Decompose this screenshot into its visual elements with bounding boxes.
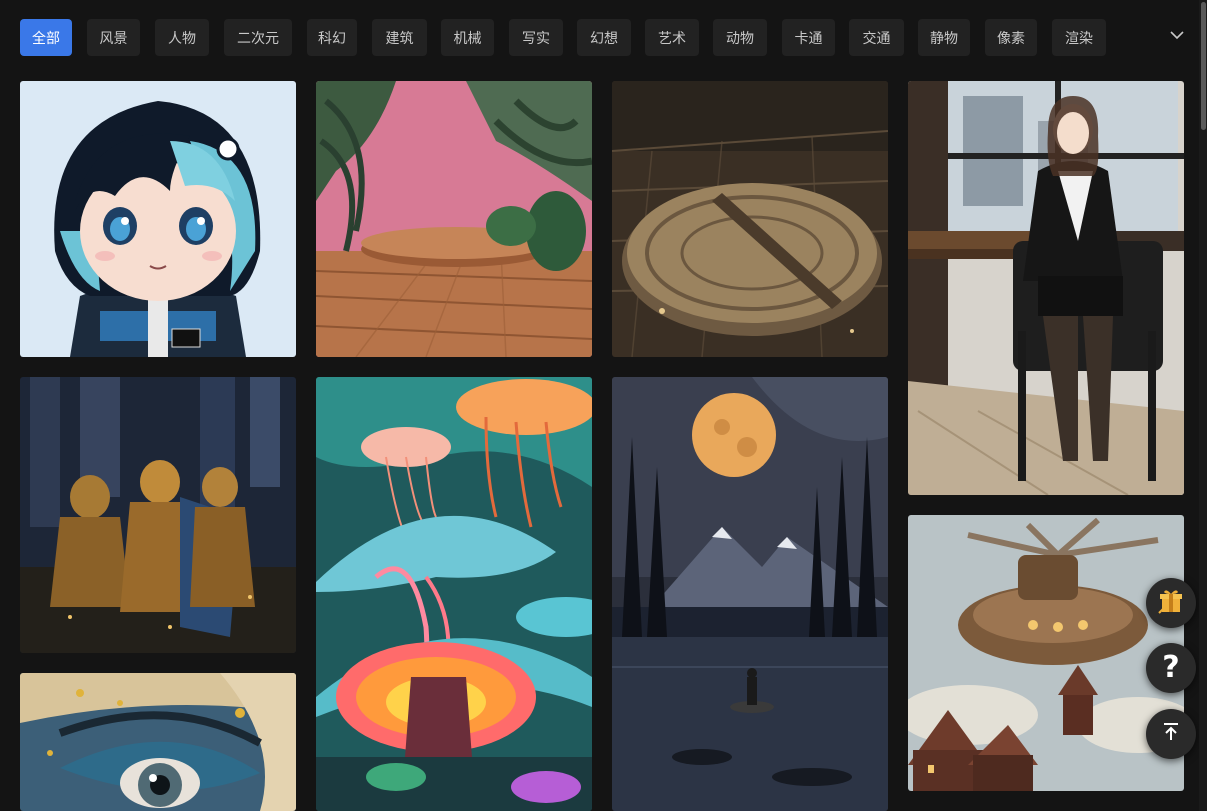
gallery-tile-office-woman[interactable]	[908, 81, 1184, 495]
category-still-life[interactable]: 静物	[918, 19, 970, 56]
image-thumbnail	[316, 81, 592, 357]
category-animals[interactable]: 动物	[713, 19, 767, 56]
gallery-tile-moon-lake-forest[interactable]	[612, 377, 888, 811]
image-thumbnail	[316, 377, 592, 811]
image-thumbnail	[20, 377, 296, 653]
scrollbar-thumb[interactable]	[1201, 2, 1206, 130]
help-icon: ?	[1162, 650, 1180, 685]
category-realistic[interactable]: 写实	[509, 19, 563, 56]
category-all[interactable]: 全部	[20, 19, 72, 56]
category-render[interactable]: 渲染	[1052, 19, 1106, 56]
gift-button[interactable]	[1146, 578, 1196, 628]
gallery-tile-golden-knights[interactable]	[20, 377, 296, 653]
help-button[interactable]: ?	[1146, 643, 1196, 693]
image-thumbnail	[908, 81, 1184, 495]
category-scifi[interactable]: 科幻	[307, 19, 357, 56]
gallery-tile-steampunk-airship[interactable]	[908, 515, 1184, 791]
gift-icon	[1156, 586, 1186, 620]
category-fantasy[interactable]: 幻想	[577, 19, 631, 56]
category-architecture[interactable]: 建筑	[372, 19, 427, 56]
back-to-top-icon	[1158, 719, 1184, 749]
category-anime[interactable]: 二次元	[224, 19, 292, 56]
image-thumbnail	[612, 81, 888, 357]
category-art[interactable]: 艺术	[645, 19, 699, 56]
category-cartoon[interactable]: 卡通	[782, 19, 835, 56]
image-thumbnail	[612, 377, 888, 811]
gallery-tile-wooden-podium[interactable]	[316, 81, 592, 357]
gallery-tile-mushroom-jellyfish[interactable]	[316, 377, 592, 811]
gallery-tile-painted-eye[interactable]	[20, 673, 296, 811]
category-mechanical[interactable]: 机械	[441, 19, 494, 56]
back-to-top-button[interactable]	[1146, 709, 1196, 759]
gallery-tile-anime-girl[interactable]	[20, 81, 296, 357]
category-pixel[interactable]: 像素	[985, 19, 1037, 56]
image-thumbnail	[20, 81, 296, 357]
gallery-tile-stone-sundial[interactable]	[612, 81, 888, 357]
image-thumbnail	[908, 515, 1184, 791]
image-thumbnail	[20, 673, 296, 811]
category-landscape[interactable]: 风景	[87, 19, 140, 56]
chevron-down-icon[interactable]	[1166, 24, 1188, 46]
category-transport[interactable]: 交通	[849, 19, 904, 56]
category-people[interactable]: 人物	[155, 19, 209, 56]
